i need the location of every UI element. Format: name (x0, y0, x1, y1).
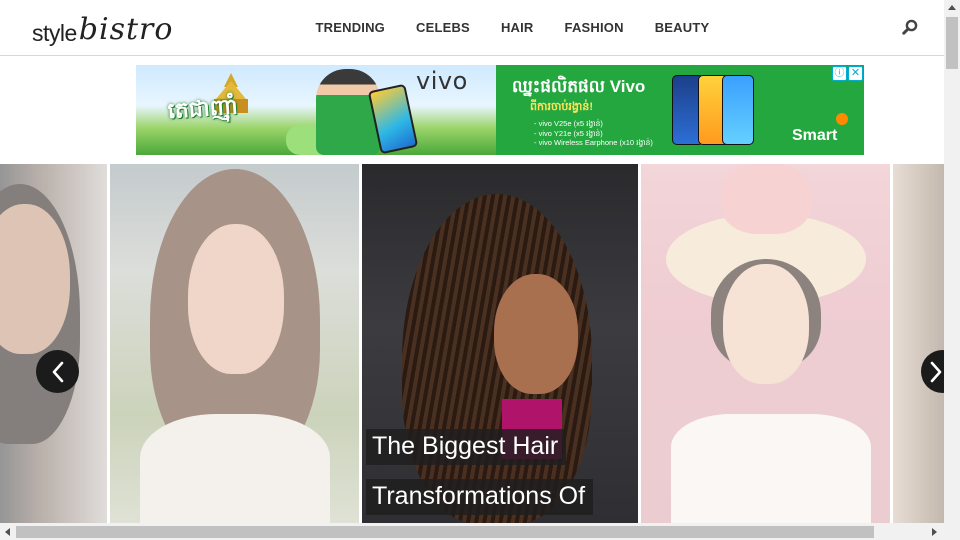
smart-logo: Smart (792, 127, 838, 144)
chevron-right-icon (930, 361, 941, 382)
vivo-logo: vivo (416, 67, 468, 95)
nav-item-hair[interactable]: HAIR (485, 20, 549, 35)
carousel-slide[interactable] (110, 164, 359, 523)
main-nav: TRENDING CELEBS HAIR FASHION BEAUTY (300, 0, 725, 55)
ad-subhead: ពីការចាប់រង្វាន់! (530, 101, 594, 113)
ad-prize-item: - vivo V25e (x5 រង្វាន់) (534, 119, 603, 128)
top-garment-shape (671, 414, 871, 523)
vertical-scrollbar[interactable] (944, 0, 960, 523)
ad-prize-item: - vivo Y21e (x5 រង្វាន់) (534, 128, 603, 138)
carousel-slide[interactable] (893, 164, 944, 523)
ad-prize-item: - vivo Wireless Earphone (x10 រង្វាន់) (534, 138, 653, 147)
carousel-slide[interactable] (0, 164, 107, 523)
face-shape (188, 224, 284, 374)
hat-bow-shape (721, 164, 811, 234)
image-carousel (0, 164, 944, 523)
scroll-up-arrow-icon[interactable] (944, 2, 960, 14)
phone-image (722, 75, 754, 145)
carousel-slide[interactable] (362, 164, 638, 523)
slide-caption-line[interactable]: The Biggest Hair (366, 429, 567, 465)
hair-shape (0, 184, 80, 444)
ad-prize-list: - vivo V25e (x5 រង្វាន់) - vivo Y21e (x5… (534, 119, 653, 148)
horizontal-scrollbar-thumb[interactable] (16, 526, 874, 538)
face-shape (494, 274, 578, 394)
search-icon[interactable] (902, 19, 918, 35)
backdrop-text-shape (362, 204, 432, 244)
hat-brim-shape (666, 214, 866, 304)
ad-info-icon[interactable]: ⓘ (832, 66, 847, 81)
hair-shape (150, 169, 320, 469)
smart-logo-mark (836, 113, 848, 125)
vertical-scrollbar-thumb[interactable] (946, 17, 958, 69)
nav-item-celebs[interactable]: CELEBS (401, 20, 486, 35)
ad-model-figure (316, 69, 380, 155)
ad-left-panel: តេជាញ៉ាំ vivo (136, 65, 496, 155)
logo-bistro-text: bistro (78, 12, 174, 47)
carousel-slide[interactable] (641, 164, 890, 523)
hair-shape (711, 259, 821, 369)
ad-right-panel: ឈ្នះផលិតផល Vivo ពីការចាប់រង្វាន់! - vivo… (496, 65, 864, 155)
ad-headline: ឈ្នះផលិតផល Vivo (512, 77, 646, 96)
carousel-prev-button[interactable] (36, 350, 79, 393)
ad-close-icon[interactable]: ✕ (848, 66, 863, 81)
site-header: style bistro TRENDING CELEBS HAIR FASHIO… (0, 0, 944, 56)
ad-banner[interactable]: តេជាញ៉ាំ vivo ឈ្នះផលិតផល Vivo ពីការចាប់រ… (136, 65, 864, 155)
chevron-left-icon (52, 361, 63, 382)
scroll-right-arrow-icon[interactable] (930, 527, 938, 537)
nav-item-beauty[interactable]: BEAUTY (639, 20, 725, 35)
ad-left-title: តេជាញ៉ាំ (167, 93, 239, 124)
logo-style-text: style (32, 20, 77, 46)
face-shape (723, 264, 809, 384)
ad-phones-image (672, 73, 754, 149)
face-shape (0, 204, 70, 354)
slide-caption-line[interactable]: Transformations Of (366, 479, 594, 515)
site-logo[interactable]: style bistro (32, 6, 173, 50)
top-garment-shape (140, 414, 330, 523)
nav-item-fashion[interactable]: FASHION (549, 20, 639, 35)
nav-item-trending[interactable]: TRENDING (300, 20, 401, 35)
scroll-left-arrow-icon[interactable] (4, 527, 12, 537)
